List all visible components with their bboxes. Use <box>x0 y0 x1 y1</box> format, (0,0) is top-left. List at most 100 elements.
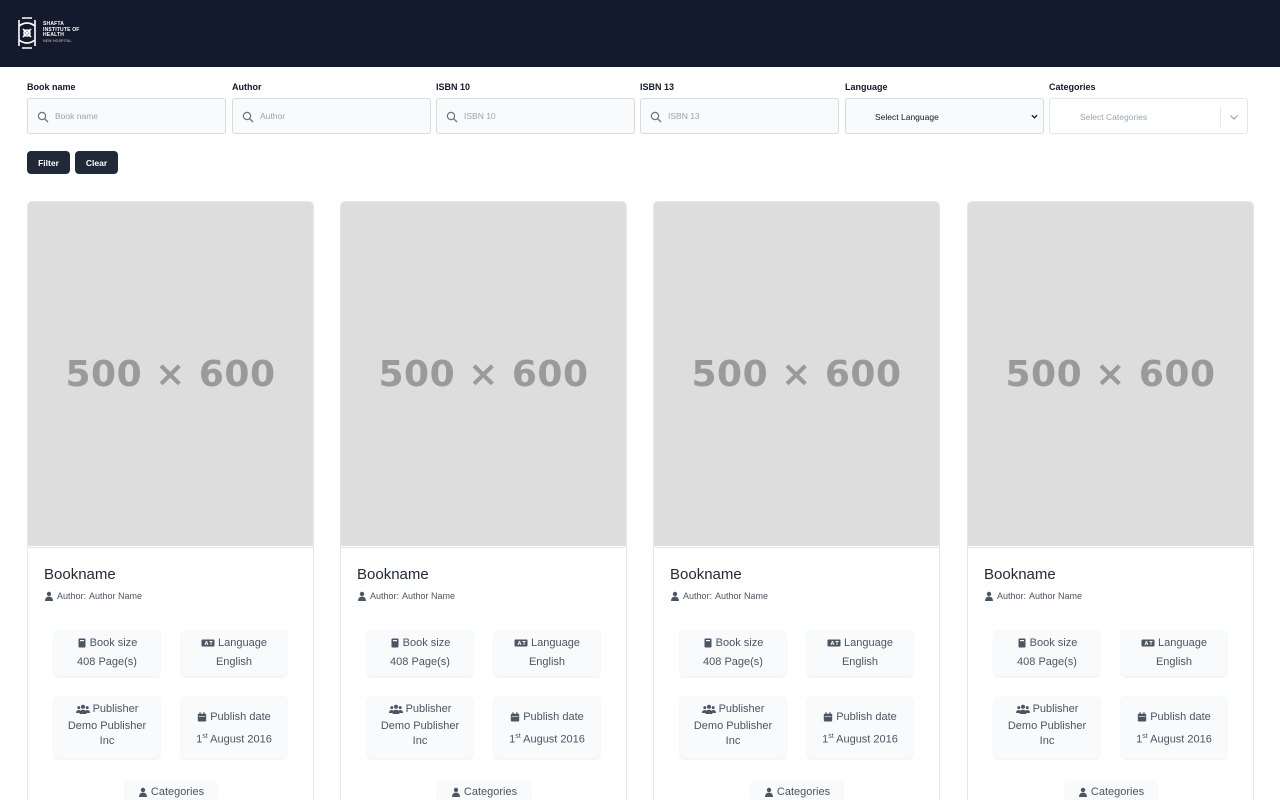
publish-date-box: Publish date 1st August 2016 <box>807 696 913 758</box>
book-card[interactable]: 500 × 600 Bookname Author: Author Name B… <box>653 201 940 800</box>
publish-date-box: Publish date 1st August 2016 <box>181 696 287 758</box>
select-divider <box>1220 107 1221 127</box>
publish-date-label: Publish date <box>210 711 271 723</box>
language-value: English <box>1155 656 1193 668</box>
publisher-value: Demo Publisher Inc <box>1007 720 1087 747</box>
book-title[interactable]: Bookname <box>670 566 742 583</box>
language-value: English <box>841 656 879 668</box>
language-filter: Language Select Language <box>845 81 1044 134</box>
book-name-label: Book name <box>27 82 76 92</box>
language-value: English <box>215 656 253 668</box>
language-icon: A <box>827 639 841 647</box>
language-select[interactable]: Select Language <box>845 98 1044 134</box>
book-icon <box>78 638 86 648</box>
isbn10-label: ISBN 10 <box>436 82 471 92</box>
calendar-icon <box>824 712 833 722</box>
publish-month-year: August 2016 <box>207 733 272 746</box>
book-cover-placeholder[interactable]: 500 × 600 <box>28 202 313 546</box>
book-card[interactable]: 500 × 600 Bookname Author: Author Name B… <box>27 201 314 800</box>
users-icon <box>701 704 716 714</box>
publish-month-year: August 2016 <box>1147 733 1212 746</box>
book-cover-placeholder[interactable]: 500 × 600 <box>654 202 939 546</box>
isbn10-field[interactable] <box>436 98 635 134</box>
clear-button[interactable]: Clear <box>75 151 118 174</box>
users-icon <box>1015 704 1030 714</box>
language-box: A Language English <box>181 630 287 676</box>
book-icon <box>391 638 399 648</box>
categories-label: Categories <box>463 786 518 798</box>
book-title[interactable]: Bookname <box>44 566 116 583</box>
language-label: Language <box>218 637 267 649</box>
publisher-label: Publisher <box>405 703 452 715</box>
language-box: A Language English <box>494 630 600 676</box>
book-size-box: Book size 408 Page(s) <box>994 630 1100 676</box>
user-icon <box>138 787 147 797</box>
isbn10-input[interactable] <box>464 99 629 133</box>
user-icon <box>985 591 993 601</box>
categories-label: Categories <box>1049 82 1096 92</box>
user-icon <box>358 591 366 601</box>
calendar-icon <box>511 712 520 722</box>
cover-size-text: 500 × 600 <box>378 353 589 395</box>
institute-logo[interactable]: SHAFTA INSTITUTE OF HEALTH NEW HOSPITAL <box>16 16 80 50</box>
book-size-value: 408 Page(s) <box>1017 656 1077 668</box>
search-icon <box>37 111 49 123</box>
book-card[interactable]: 500 × 600 Bookname Author: Author Name B… <box>340 201 627 800</box>
book-icon <box>1018 638 1026 648</box>
chevron-down-icon[interactable] <box>1229 112 1239 122</box>
book-name-field[interactable] <box>27 98 226 134</box>
book-card-body: Bookname Author: Author Name Book size 4… <box>654 547 939 800</box>
author-input[interactable] <box>260 99 425 133</box>
logo-wordmark: SHAFTA INSTITUTE OF HEALTH NEW HOSPITAL <box>43 21 80 44</box>
publish-date-label: Publish date <box>523 711 584 723</box>
book-size-value: 408 Page(s) <box>77 656 137 668</box>
language-value: English <box>528 656 566 668</box>
publisher-box: Publisher Demo Publisher Inc <box>367 696 473 758</box>
isbn13-input[interactable] <box>668 99 833 133</box>
book-author: Author: Author Name <box>357 591 455 601</box>
book-size-label: Book size <box>1029 637 1078 649</box>
book-title[interactable]: Bookname <box>984 566 1056 583</box>
author-value: Author Name <box>715 591 769 601</box>
book-card-body: Bookname Author: Author Name Book size 4… <box>341 547 626 800</box>
svg-text:A: A <box>205 641 209 647</box>
categories-box: Categories <box>1065 780 1157 800</box>
top-navbar: SHAFTA INSTITUTE OF HEALTH NEW HOSPITAL <box>0 0 1280 67</box>
isbn13-label: ISBN 13 <box>640 82 675 92</box>
book-cover-placeholder[interactable]: 500 × 600 <box>968 202 1253 546</box>
language-label: Language <box>531 637 580 649</box>
publisher-value: Demo Publisher Inc <box>693 720 773 747</box>
svg-text:A: A <box>518 641 522 647</box>
isbn13-field[interactable] <box>640 98 839 134</box>
users-icon <box>388 704 403 714</box>
author-label: Author: <box>683 591 713 601</box>
publish-date-value: 1st August 2016 <box>1121 729 1227 748</box>
filter-button[interactable]: Filter <box>27 151 70 174</box>
publisher-value: Demo Publisher Inc <box>67 720 147 747</box>
author-field[interactable] <box>232 98 431 134</box>
user-icon <box>45 591 53 601</box>
language-box: A Language English <box>807 630 913 676</box>
book-cover-placeholder[interactable]: 500 × 600 <box>341 202 626 546</box>
publish-date-label: Publish date <box>836 711 897 723</box>
categories-box: Categories <box>751 780 843 800</box>
isbn13-filter: ISBN 13 <box>640 81 839 134</box>
categories-box: Categories <box>125 780 217 800</box>
categories-label: Categories <box>1090 786 1145 798</box>
categories-placeholder: Select Categories <box>1080 112 1148 122</box>
book-title[interactable]: Bookname <box>357 566 429 583</box>
language-label: Language <box>1158 637 1207 649</box>
calendar-icon <box>198 712 207 722</box>
user-icon <box>671 591 679 601</box>
book-name-input[interactable] <box>55 99 220 133</box>
publish-date-value: 1st August 2016 <box>181 729 287 748</box>
book-card[interactable]: 500 × 600 Bookname Author: Author Name B… <box>967 201 1254 800</box>
logo-subline: NEW HOSPITAL <box>43 38 72 43</box>
categories-select[interactable]: Select Categories <box>1049 98 1248 134</box>
book-size-label: Book size <box>89 637 138 649</box>
user-icon <box>1078 787 1087 797</box>
book-size-box: Book size 408 Page(s) <box>367 630 473 676</box>
publish-date-value: 1st August 2016 <box>494 729 600 748</box>
book-card-body: Bookname Author: Author Name Book size 4… <box>968 547 1253 800</box>
search-icon <box>242 111 254 123</box>
